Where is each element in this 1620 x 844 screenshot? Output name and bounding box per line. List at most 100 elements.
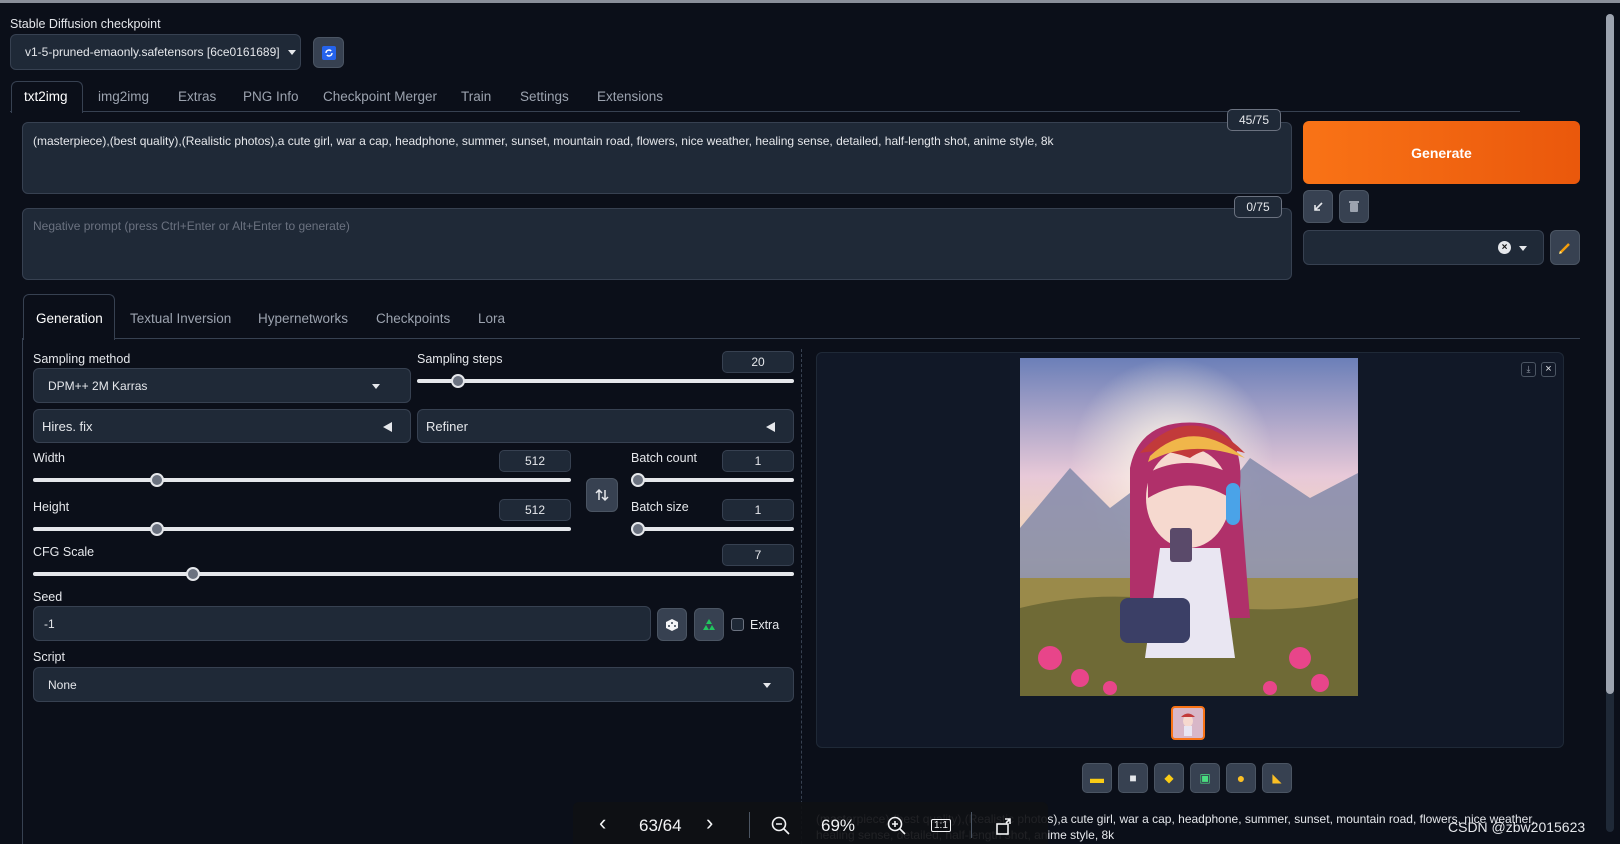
send-to-extras-button[interactable]: ◣	[1262, 763, 1292, 793]
save-button[interactable]: ■	[1118, 763, 1148, 793]
hires-fix-label: Hires. fix	[42, 418, 93, 434]
width-slider[interactable]	[33, 473, 571, 487]
image-thumbnail[interactable]	[1171, 706, 1205, 740]
slider-thumb[interactable]	[149, 473, 164, 487]
tab-extensions[interactable]: Extensions	[597, 89, 663, 104]
tab-checkpoint-merger[interactable]: Checkpoint Merger	[323, 89, 437, 104]
tab-textual-inversion[interactable]: Textual Inversion	[130, 311, 231, 326]
checkpoint-dropdown[interactable]: v1-5-pruned-emaonly.safetensors [6ce0161…	[10, 34, 301, 70]
prompt-token-counter: 45/75	[1227, 109, 1281, 131]
next-icon[interactable]: ›	[706, 810, 713, 836]
negative-prompt-textarea[interactable]: Negative prompt (press Ctrl+Enter or Alt…	[22, 208, 1292, 280]
tab-img2img[interactable]: img2img	[98, 89, 149, 104]
actual-size-button[interactable]: 1:1	[931, 819, 951, 832]
collapse-triangle-icon	[383, 422, 392, 432]
zoom-level: 69%	[821, 816, 856, 835]
generated-image[interactable]	[1020, 358, 1358, 696]
read-params-button[interactable]	[1303, 190, 1333, 223]
slider-thumb[interactable]	[185, 567, 200, 581]
slider-thumb[interactable]	[631, 473, 645, 487]
rotate-icon[interactable]	[995, 816, 1015, 836]
seed-input[interactable]: -1	[33, 606, 651, 641]
reuse-seed-button[interactable]	[694, 608, 724, 641]
generate-button[interactable]: Generate	[1303, 121, 1580, 184]
tab-generation[interactable]: Generation	[36, 311, 103, 326]
clear-icon[interactable]: ×	[1498, 241, 1511, 254]
sampling-method-dropdown[interactable]: DPM++ 2M Karras	[33, 368, 411, 403]
negative-prompt-placeholder: Negative prompt (press Ctrl+Enter or Alt…	[33, 219, 350, 233]
arrow-down-left-icon	[1314, 201, 1323, 211]
extra-checkbox[interactable]	[731, 618, 744, 631]
slider-thumb[interactable]	[149, 522, 164, 536]
width-input[interactable]: 512	[499, 450, 571, 472]
hires-fix-accordion[interactable]: Hires. fix	[33, 409, 411, 443]
sampling-steps-input[interactable]: 20	[722, 351, 794, 373]
close-icon[interactable]: ×	[1541, 362, 1556, 377]
refresh-icon	[321, 45, 336, 60]
palette-icon: ●	[1236, 770, 1246, 786]
clear-prompt-button[interactable]	[1339, 190, 1369, 223]
cfg-scale-slider[interactable]	[33, 567, 794, 581]
zip-button[interactable]: ◆	[1154, 763, 1184, 793]
tab-settings[interactable]: Settings	[520, 89, 569, 104]
tab-lora[interactable]: Lora	[478, 311, 505, 326]
tab-train[interactable]: Train	[461, 89, 491, 104]
collapse-triangle-icon	[766, 422, 775, 432]
viewer-divider	[749, 812, 750, 838]
sampling-method-value: DPM++ 2M Karras	[48, 378, 148, 393]
tab-hypernetworks[interactable]: Hypernetworks	[258, 311, 348, 326]
refiner-accordion[interactable]: Refiner	[417, 409, 794, 443]
scrollbar-thumb[interactable]	[1606, 14, 1614, 694]
generated-image-illustration	[1020, 358, 1358, 696]
random-seed-button[interactable]	[657, 608, 687, 641]
slider-thumb[interactable]	[451, 374, 466, 388]
height-input[interactable]: 512	[499, 499, 571, 521]
dice-icon	[666, 618, 678, 631]
script-label: Script	[33, 650, 65, 664]
styles-dropdown[interactable]: ×	[1303, 230, 1544, 265]
seed-label: Seed	[33, 590, 63, 604]
thumbnail-illustration	[1173, 708, 1203, 738]
send-to-img2img-button[interactable]: ▣	[1190, 763, 1220, 793]
cfg-scale-input[interactable]: 7	[722, 544, 794, 566]
previous-icon[interactable]: ‹	[599, 810, 606, 836]
recycle-icon	[703, 618, 715, 630]
folder-icon: ▬	[1090, 770, 1104, 786]
sub-tab-bar	[22, 295, 1580, 339]
prompt-text: (masterpiece),(best quality),(Realistic …	[33, 134, 1054, 148]
download-icon[interactable]: ⤓	[1521, 362, 1536, 377]
slider-thumb[interactable]	[631, 522, 645, 536]
panel-left-border	[22, 339, 23, 844]
batch-count-slider[interactable]	[631, 473, 794, 487]
height-slider[interactable]	[33, 522, 571, 536]
viewer-divider	[971, 812, 972, 838]
batch-size-slider[interactable]	[631, 522, 794, 536]
tab-extras[interactable]: Extras	[178, 89, 216, 104]
refiner-label: Refiner	[426, 418, 468, 434]
extra-label: Extra	[750, 618, 780, 632]
ruler-icon: ◣	[1272, 771, 1282, 785]
zoom-out-icon[interactable]	[771, 816, 791, 836]
pencil-icon	[1559, 242, 1570, 254]
batch-count-input[interactable]: 1	[722, 450, 794, 472]
edit-styles-button[interactable]	[1550, 230, 1580, 265]
batch-size-input[interactable]: 1	[722, 499, 794, 521]
tab-txt2img[interactable]: txt2img	[24, 89, 68, 104]
tab-png-info[interactable]: PNG Info	[243, 89, 299, 104]
sampling-method-label: Sampling method	[33, 352, 131, 366]
chevron-down-icon	[372, 384, 380, 389]
sampling-steps-slider[interactable]	[417, 374, 794, 388]
scrollbar-track[interactable]	[1606, 14, 1614, 832]
prompt-textarea[interactable]: (masterpiece),(best quality),(Realistic …	[22, 122, 1292, 194]
chevron-down-icon	[1519, 246, 1527, 251]
output-toolbar: ▬ ■ ◆ ▣ ● ◣	[1082, 763, 1292, 793]
refresh-checkpoint-button[interactable]	[313, 37, 344, 68]
zip-icon: ◆	[1164, 771, 1174, 785]
tab-checkpoints[interactable]: Checkpoints	[376, 311, 450, 326]
swap-dimensions-button[interactable]	[586, 478, 618, 512]
zoom-in-icon[interactable]	[887, 816, 907, 836]
trash-icon	[1349, 201, 1359, 212]
send-to-inpaint-button[interactable]: ●	[1226, 763, 1256, 793]
script-dropdown[interactable]: None	[33, 667, 794, 702]
open-folder-button[interactable]: ▬	[1082, 763, 1112, 793]
